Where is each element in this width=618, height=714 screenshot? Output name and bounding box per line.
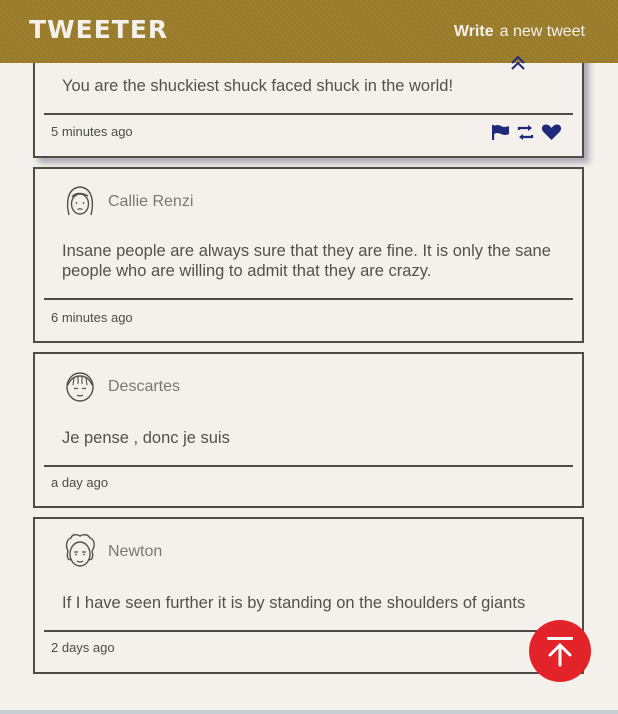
tweet-divider [44, 630, 573, 632]
tweet-divider [44, 298, 573, 300]
retweet-icon[interactable] [516, 124, 535, 141]
flag-icon[interactable] [491, 124, 510, 141]
scroll-to-top-button[interactable] [529, 620, 591, 682]
navbar: TWEETER Write a new tweet [0, 0, 618, 63]
tweet-actions [491, 124, 562, 141]
heart-icon[interactable] [541, 124, 562, 141]
tweet-author[interactable]: Callie Renzi [108, 193, 193, 211]
tweet-card: Newton If I have seen further it is by s… [33, 517, 584, 674]
tweet-content: Je pense , donc je suis [62, 429, 230, 447]
new-tweet-label: a new tweet [499, 23, 585, 40]
tweet-content: You are the shuckiest shuck faced shuck … [62, 77, 454, 95]
avatar-icon [66, 186, 94, 216]
tweet-divider [44, 465, 573, 467]
tweet-author[interactable]: Newton [108, 543, 162, 561]
tweet-timestamp: a day ago [51, 475, 109, 490]
avatar-icon [66, 372, 94, 402]
avatar-icon [65, 533, 95, 567]
tweet-author[interactable]: Descartes [108, 378, 180, 396]
tweet-card: Callie Renzi Insane people are always su… [33, 167, 584, 343]
arrow-to-top-icon [547, 637, 573, 667]
double-chevron-up-icon[interactable] [509, 55, 527, 71]
tweet-timestamp: 2 days ago [51, 640, 115, 655]
write-tweet-button[interactable]: Write a new tweet [454, 23, 585, 41]
tweet-content: If I have seen further it is by standing… [62, 594, 526, 612]
tweet-timestamp: 5 minutes ago [51, 124, 133, 139]
tweet-content: Insane people are always sure that they … [62, 242, 551, 280]
window-bottom-edge [0, 710, 618, 714]
tweet-card: Descartes Je pense , donc je suis a day … [33, 352, 584, 508]
write-label: Write [453, 23, 494, 40]
tweet-timestamp: 6 minutes ago [51, 310, 133, 325]
brand-logo[interactable]: TWEETER [29, 15, 168, 44]
tweet-divider [44, 113, 573, 115]
